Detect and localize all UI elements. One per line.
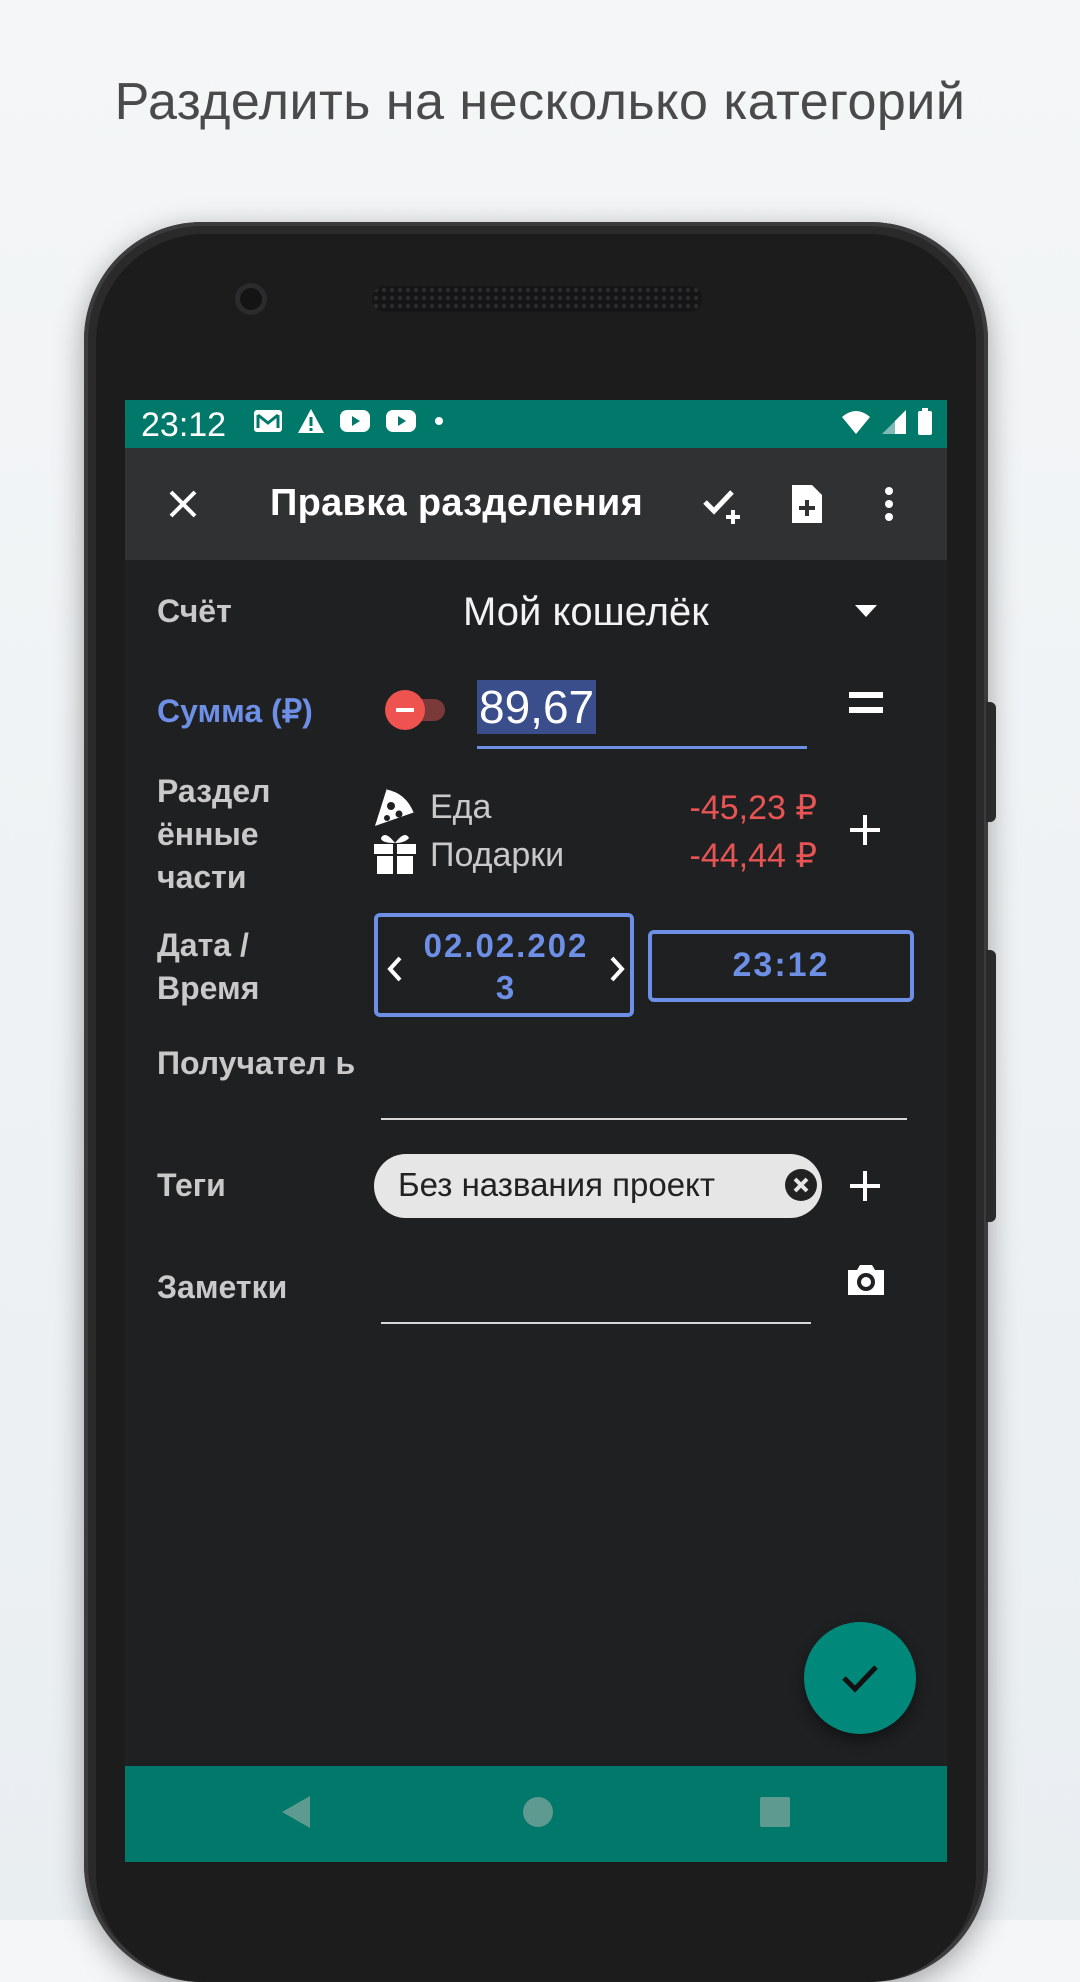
plus-icon xyxy=(850,815,880,845)
add-split-button[interactable] xyxy=(849,814,881,851)
datetime-label: Дата / Время xyxy=(157,927,260,1006)
minus-toggle-icon xyxy=(385,690,445,730)
chevron-right-icon xyxy=(610,956,625,982)
save-fab[interactable] xyxy=(804,1622,916,1734)
calculator-button[interactable] xyxy=(849,690,883,721)
youtube-icon xyxy=(340,410,370,432)
payee-input[interactable] xyxy=(381,1066,907,1120)
status-time: 23:12 xyxy=(141,406,227,444)
previous-day-button[interactable] xyxy=(386,953,404,992)
signal-icon xyxy=(882,410,906,434)
gmail-icon xyxy=(254,410,282,432)
split-category-name: Подарки xyxy=(430,836,565,874)
equals-icon xyxy=(849,692,883,713)
close-button[interactable] xyxy=(155,476,211,532)
notes-label: Заметки xyxy=(157,1269,288,1305)
plus-icon xyxy=(850,1171,880,1201)
sign-toggle[interactable] xyxy=(383,688,449,737)
nav-recents-button[interactable] xyxy=(759,1794,791,1835)
wifi-icon xyxy=(842,411,870,434)
tag-chip-label: Без названия проект xyxy=(398,1166,715,1203)
nav-home-button[interactable] xyxy=(521,1794,555,1835)
add-tag-button[interactable] xyxy=(849,1170,881,1207)
phone-screen: 23:12 Правка разделения Счёт Мой кошелёк… xyxy=(125,400,947,1862)
camera-icon xyxy=(848,1265,884,1295)
warning-icon xyxy=(298,409,324,433)
gift-icon xyxy=(374,834,416,874)
time-picker[interactable]: 23:12 xyxy=(648,930,914,1002)
payee-label: Получател ь xyxy=(157,1045,356,1081)
battery-icon xyxy=(918,408,932,435)
volume-button xyxy=(986,702,996,822)
split-parts-label: Раздел ённые части xyxy=(157,773,271,895)
attach-photo-button[interactable] xyxy=(845,1262,887,1303)
date-value: 02.02.2023 xyxy=(423,927,589,1006)
more-options-button[interactable] xyxy=(861,476,917,532)
check-plus-icon xyxy=(703,490,740,524)
more-vert-icon xyxy=(885,487,893,521)
save-and-new-button[interactable] xyxy=(696,476,752,532)
phone-camera xyxy=(235,283,267,315)
dropdown-arrow-icon xyxy=(855,605,877,617)
page-title: Правка разделения xyxy=(270,482,644,524)
close-icon xyxy=(169,490,197,518)
dot-icon xyxy=(435,417,443,425)
navigation-bar xyxy=(125,1766,947,1862)
split-category-name: Еда xyxy=(430,788,492,826)
new-file-icon xyxy=(792,485,822,523)
recents-square-icon xyxy=(760,1797,790,1827)
pizza-icon xyxy=(375,786,417,826)
amount-value: 89,67 xyxy=(477,680,597,734)
chevron-left-icon xyxy=(387,956,402,982)
account-value: Мой кошелёк xyxy=(463,590,709,634)
notes-input[interactable] xyxy=(381,1270,811,1324)
home-circle-icon xyxy=(523,1797,553,1827)
split-amount: -44,44 ₽ xyxy=(689,837,817,875)
next-day-button[interactable] xyxy=(608,953,626,992)
template-button[interactable] xyxy=(779,476,835,532)
amount-input[interactable]: 89,67 xyxy=(477,678,807,749)
power-button xyxy=(986,950,996,1222)
date-picker[interactable]: 02.02.2023 xyxy=(374,913,634,1017)
nav-back-button[interactable] xyxy=(280,1794,312,1835)
remove-tag-icon[interactable] xyxy=(784,1168,818,1202)
check-icon xyxy=(842,1665,878,1693)
tags-label: Теги xyxy=(157,1167,226,1203)
back-triangle-icon xyxy=(282,1796,310,1828)
youtube-icon xyxy=(386,410,416,432)
screenshot-caption: Разделить на несколько категорий xyxy=(114,73,966,131)
app-bar: Правка разделения xyxy=(125,448,947,560)
tag-chip[interactable]: Без названия проект xyxy=(374,1154,822,1218)
status-bar: 23:12 xyxy=(125,400,947,448)
amount-label: Сумма (₽) xyxy=(157,693,313,729)
account-label: Счёт xyxy=(157,593,232,629)
phone-speaker xyxy=(372,286,702,312)
split-amount: -45,23 ₽ xyxy=(689,789,817,827)
